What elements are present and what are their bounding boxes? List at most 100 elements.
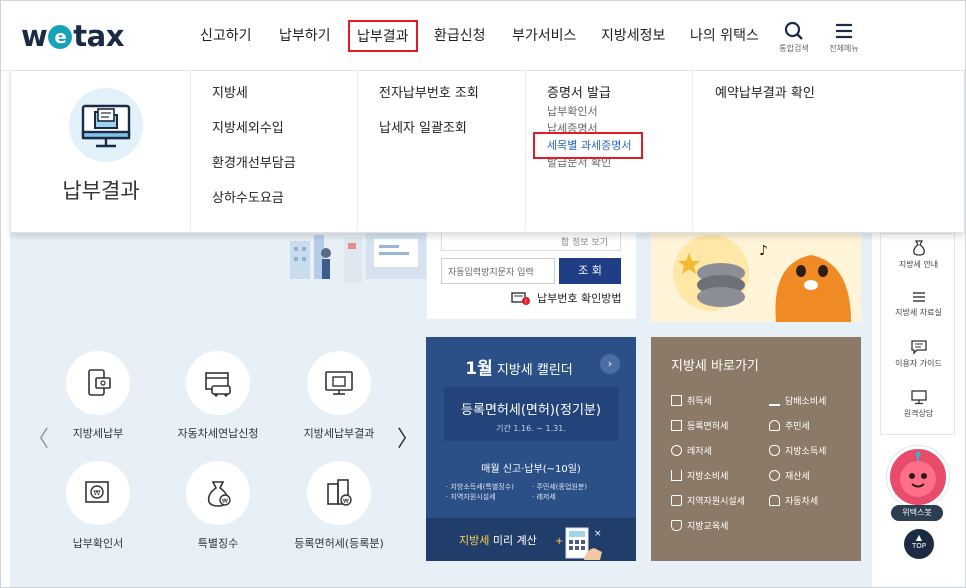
chat-bubble-icon [910,340,927,355]
menu-certificate-issuance[interactable]: 증명서 발급 [547,82,611,101]
shortcut-vehicle-tax[interactable]: 자동차세 [769,494,818,507]
menu-reserved-payment-result[interactable]: 예약납부결과 확인 [715,82,815,101]
shortcut-acquisition-tax[interactable]: 취득세 [671,394,712,407]
side-user-guide[interactable]: 이용자 가이드 [881,340,956,369]
calendar-next-button[interactable]: › [600,354,620,374]
quick-item-circle [307,351,371,415]
shortcut-label: 취득세 [687,397,712,407]
quick-item-label: 등록면허세(등록분) [294,537,384,550]
shortcut-local-education-tax[interactable]: 지방교육세 [671,519,728,532]
search-submit-button[interactable]: 조 회 [559,258,621,284]
calendar-list-item: · 지방소득세(특별징수) [446,483,514,491]
receipt-number-help-link[interactable]: ! 납부번호 확인방법 [511,290,621,306]
calendar-event-period: 기간 1.16. ~ 1.31. [496,424,566,433]
captcha-input[interactable]: 자동입력방지문자 입력 [441,258,555,284]
nav-pay[interactable]: 납부하기 [279,25,331,45]
integrated-search-button[interactable]: 통합검색 [774,21,814,54]
column-divider [357,71,358,231]
nav-payment-result[interactable]: 납부결과 [348,20,418,52]
side-item-label: 지방세 자료실 [895,308,942,317]
shortcut-regional-resource-tax[interactable]: 지역자원시설세 [671,494,745,507]
shortcut-label: 담배소비세 [785,397,827,407]
svg-text:₩: ₩ [343,498,349,505]
certificate-coin-icon: ₩ [85,481,109,503]
column-divider [525,71,526,231]
shortcut-leisure-tax[interactable]: 레저세 [671,444,712,457]
quick-item-circle [186,351,250,415]
side-item-label: 이용자 가이드 [895,359,942,368]
calendar-list-item: · 지역자원시설세 [446,493,496,501]
list-icon [912,292,925,302]
quick-item-special-collection[interactable]: ₩ 특별징수 [163,461,273,551]
dropdown-category-title: 납부결과 [62,179,140,203]
quick-item-circle: ₩ [186,461,250,525]
shortcut-resident-tax[interactable]: 주민세 [769,419,810,432]
all-menu-label: 전체메뉴 [829,44,859,53]
calendar-car-icon [205,372,231,397]
recycle-icon [671,495,682,506]
person-icon [769,420,780,431]
menu-tax-item-assessment-certificate[interactable]: 세목별 과세증명서 [533,132,644,159]
column-divider [692,71,693,231]
quick-item-registration-license-tax[interactable]: ₩ 등록면허세(등록분) [284,461,394,551]
side-local-tax-archive[interactable]: 지방세 자료실 [881,290,956,318]
shortcut-label: 자동차세 [785,497,819,507]
calendar-event-card[interactable]: 등록면허세(면허)(정기분) 기간 1.16. ~ 1.31. [444,387,618,441]
money-bag-icon: ₩ [207,481,231,507]
calculator-icon: + × [555,527,602,560]
menu-payment-confirmation[interactable]: 납부확인서 [547,103,598,119]
browser-viewport: 합 정보 보기 자동입력방지문자 입력 조 회 ! 납부번호 확인방법 ♪ 〈 … [0,0,966,588]
nav-additional-services[interactable]: 부가서비스 [512,25,576,45]
nav-local-tax-info[interactable]: 지방세정보 [601,25,665,45]
hamburger-menu-icon [836,23,852,39]
scroll-top-button[interactable]: ▲ TOP [904,529,934,559]
monitor-folder-icon [81,104,131,148]
calendar-monthly-heading: 매월 신고·납부(~10일) [481,464,581,475]
hero-illustration [266,233,431,289]
svg-text:₩: ₩ [222,498,228,505]
monitor-folder-icon [325,371,353,395]
shortcut-property-tax[interactable]: 재산세 [769,469,810,482]
menu-environment-charge[interactable]: 환경개선부담금 [212,152,296,171]
shortcut-registration-license-tax[interactable]: 등록면허세 [671,419,728,432]
quick-item-local-tax-payment[interactable]: 지방세납부 [43,351,153,441]
quick-item-local-tax-result[interactable]: 지방세납부결과 [284,351,394,441]
search-icon [784,21,803,40]
menu-water-fee[interactable]: 상하수도요금 [212,187,284,206]
menu-taxpayer-bulk-lookup[interactable]: 납세자 일괄조회 [379,117,467,136]
shortcut-local-consumption-tax[interactable]: 지방소비세 [671,469,728,482]
all-menu-button[interactable]: 전체메뉴 [824,21,864,54]
nav-refund[interactable]: 환급신청 [434,25,486,45]
tax-calculator-link[interactable]: 지방세 미리 계산 + × [426,518,636,561]
shortcut-label: 지방소비세 [687,472,729,482]
building-coin-icon: ₩ [327,479,352,506]
cigarette-icon [769,395,780,406]
chatbot-label[interactable]: 위택스봇 [891,505,943,521]
chatbot-mascot-icon [900,451,936,497]
quick-item-car-tax-annual[interactable]: 자동차세연납신청 [163,351,273,441]
mascot-coin-illustration: ♪ [673,235,851,322]
search-topline: 합 정보 보기 [441,233,621,251]
document-plus-icon [671,420,682,431]
quick-item-payment-certificate[interactable]: ₩ 납부확인서 [43,461,153,551]
promo-banner[interactable]: ♪ [651,233,861,322]
side-quick-bar: 지방세 안내 지방세 자료실 이용자 가이드 원격상담 [880,233,955,435]
menu-epay-number-lookup[interactable]: 전자납부번호 조회 [379,82,479,101]
side-local-tax-guide[interactable]: 지방세 안내 [881,240,956,270]
shortcut-label: 등록면허세 [687,422,729,432]
quick-menu-next-arrow[interactable]: 〉 [397,421,419,453]
side-remote-support[interactable]: 원격상담 [881,390,956,419]
shortcut-label: 지방교육세 [687,522,729,532]
nav-my-wetax[interactable]: 나의 위택스 [690,25,759,45]
shortcut-tobacco-tax[interactable]: 담배소비세 [769,394,826,407]
calendar-month: 1월 [465,359,493,379]
chatbot-button[interactable] [887,446,949,508]
svg-text:×: × [594,529,602,539]
local-tax-shortcuts: 지방세 바로가기 취득세 등록면허세 레저세 지방소비세 지역자원시설세 지방교… [651,337,861,561]
wetax-logo[interactable]: w e tax [21,19,124,53]
nav-file-return[interactable]: 신고하기 [200,25,252,45]
shortcut-local-income-tax[interactable]: 지방소득세 [769,444,826,457]
menu-local-tax[interactable]: 지방세 [212,82,248,101]
menu-non-tax-revenue[interactable]: 지방세외수입 [212,117,284,136]
logo-letter-e: e [48,25,73,49]
